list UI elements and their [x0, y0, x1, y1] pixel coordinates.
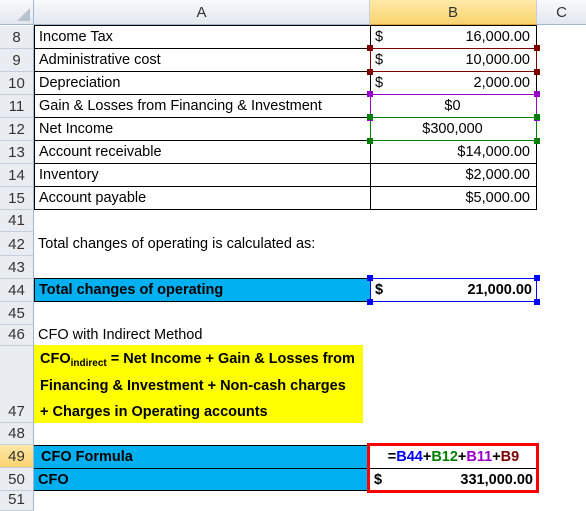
currency-symbol: $	[375, 75, 384, 91]
label-cell[interactable]: Income Tax	[34, 25, 371, 49]
row-header[interactable]: 12	[0, 118, 34, 141]
value-cell[interactable]: $0	[370, 94, 537, 118]
note-cell-a46[interactable]: CFO with Indirect Method	[34, 324, 434, 346]
value-cell[interactable]: $2,000.00	[370, 71, 537, 95]
column-header-c[interactable]: C	[537, 0, 586, 25]
ref-handle[interactable]	[367, 299, 373, 305]
value-cell[interactable]: $300,000	[370, 117, 537, 141]
row-header[interactable]: 14	[0, 164, 34, 187]
total-changes-value-cell[interactable]: $ 21,000.00	[370, 278, 537, 302]
value-cell[interactable]: $14,000.00	[370, 140, 537, 164]
cfo-formula-label-cell[interactable]: CFO Formula	[34, 445, 368, 468]
row-header[interactable]: 48	[0, 423, 34, 445]
row-header[interactable]: 10	[0, 72, 34, 95]
row-header[interactable]: 46	[0, 325, 34, 346]
cell-value: 2,000.00	[473, 75, 530, 91]
total-changes-label-cell[interactable]: Total changes of operating	[34, 278, 370, 302]
note-cell-a42[interactable]: Total changes of operating is calculated…	[34, 232, 434, 256]
column-header-a[interactable]: A	[34, 0, 370, 25]
row-header[interactable]: 47	[0, 346, 34, 423]
label-cell[interactable]: Depreciation	[34, 71, 371, 95]
value-cell[interactable]: $16,000.00	[370, 25, 537, 49]
formula-subscript: indirect	[70, 358, 107, 369]
ref-handle[interactable]	[534, 69, 540, 75]
row-header[interactable]: 8	[0, 26, 34, 49]
row-header[interactable]: 43	[0, 256, 34, 279]
label-cell[interactable]: Net Income	[34, 117, 371, 141]
ref-handle[interactable]	[534, 91, 540, 97]
row-header[interactable]: 11	[0, 95, 34, 118]
row-header[interactable]: 49	[0, 445, 34, 468]
row-header[interactable]: 42	[0, 232, 34, 256]
ref-handle[interactable]	[367, 45, 373, 51]
formula-prefix: CFO	[40, 351, 71, 367]
ref-handle[interactable]	[367, 91, 373, 97]
value-cell[interactable]: $2,000.00	[370, 163, 537, 187]
label-cell[interactable]: Gain & Losses from Financing & Investmen…	[34, 94, 371, 118]
row-header[interactable]: 51	[0, 491, 34, 511]
currency-symbol: $	[375, 29, 384, 45]
value-cell[interactable]: $10,000.00	[370, 48, 537, 72]
row-header[interactable]: 41	[0, 210, 34, 232]
ref-handle[interactable]	[534, 45, 540, 51]
row-header[interactable]: 45	[0, 302, 34, 325]
ref-handle[interactable]	[534, 275, 540, 281]
row-header[interactable]: 44	[0, 279, 34, 302]
label-cell[interactable]: Account receivable	[34, 140, 371, 164]
row-header[interactable]: 9	[0, 49, 34, 72]
value-cell[interactable]: $5,000.00	[370, 186, 537, 210]
cell-value: 10,000.00	[465, 52, 530, 68]
column-header-b[interactable]: B	[370, 0, 537, 25]
ref-handle[interactable]	[534, 138, 540, 144]
cell-value: 16,000.00	[465, 29, 530, 45]
ref-handle[interactable]	[367, 275, 373, 281]
ref-handle[interactable]	[367, 114, 373, 120]
result-highlight-box	[367, 443, 539, 493]
cfo-label-cell[interactable]: CFO	[34, 468, 368, 491]
ref-handle[interactable]	[534, 299, 540, 305]
label-cell[interactable]: Administrative cost	[34, 48, 371, 72]
ref-handle[interactable]	[367, 69, 373, 75]
cfo-indirect-formula-box[interactable]: CFOindirect = Net Income + Gain & Losses…	[34, 345, 363, 423]
label-cell[interactable]: Account payable	[34, 186, 371, 210]
row-header[interactable]: 50	[0, 468, 34, 491]
row-header[interactable]: 13	[0, 141, 34, 164]
currency-symbol: $	[375, 282, 384, 298]
row-header[interactable]: 15	[0, 187, 34, 210]
ref-handle[interactable]	[367, 138, 373, 144]
label-cell[interactable]: Inventory	[34, 163, 371, 187]
total-changes-value: 21,000.00	[467, 282, 532, 298]
select-all-corner[interactable]	[0, 0, 34, 25]
currency-symbol: $	[375, 52, 384, 68]
ref-handle[interactable]	[534, 114, 540, 120]
